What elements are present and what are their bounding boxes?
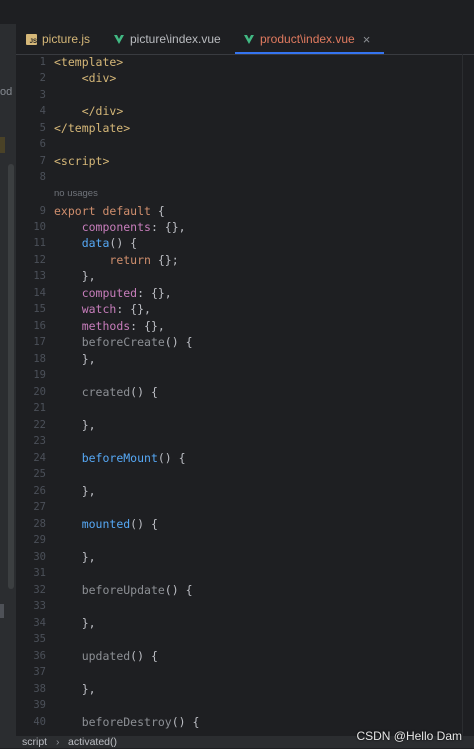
line-number[interactable]: 38 — [16, 681, 46, 697]
watermark: CSDN @Hello Dam — [356, 729, 462, 743]
line-number[interactable]: 20 — [16, 384, 46, 400]
line-number[interactable]: 7 — [16, 153, 46, 169]
line-number[interactable]: 31 — [16, 565, 46, 581]
code-line: components: {}, — [81, 220, 186, 234]
breadcrumb-script[interactable]: script — [22, 735, 47, 749]
line-number[interactable]: 40 — [16, 714, 46, 730]
line-number[interactable]: 34 — [16, 615, 46, 631]
line-number[interactable]: 27 — [16, 499, 46, 515]
code-line: updated() { — [81, 649, 158, 663]
code-line: }, — [81, 352, 96, 366]
tab-picture-index-vue[interactable]: picture\index.vue — [114, 24, 221, 54]
code-line: watch: {}, — [81, 302, 151, 316]
close-icon[interactable]: × — [363, 32, 371, 47]
code-line: data() { — [81, 236, 138, 250]
code-line: beforeDestroy() { — [81, 715, 200, 729]
code-line: export default { — [54, 204, 165, 218]
code-line: created() { — [81, 385, 158, 399]
code-line: }, — [81, 484, 96, 498]
line-number[interactable]: 37 — [16, 664, 46, 680]
code-line: <script> — [54, 154, 110, 168]
line-number[interactable]: 1 — [16, 54, 46, 70]
tab-label: picture\index.vue — [130, 32, 221, 46]
line-number[interactable]: 23 — [16, 433, 46, 449]
code-line: }, — [81, 682, 96, 696]
project-selected-row[interactable] — [0, 137, 5, 153]
line-number[interactable]: 19 — [16, 367, 46, 383]
line-number[interactable]: 6 — [16, 136, 46, 152]
code-line: }, — [81, 418, 96, 432]
code-line: computed: {}, — [81, 286, 172, 300]
line-number[interactable]: 2 — [16, 70, 46, 86]
line-number[interactable]: 5 — [16, 120, 46, 136]
line-number[interactable]: 10 — [16, 219, 46, 235]
tab-label: product\index.vue — [260, 32, 355, 46]
tab-product-index-vue[interactable]: product\index.vue × — [244, 24, 370, 54]
code-line: beforeCreate() { — [81, 335, 193, 349]
code-line: methods: {}, — [81, 319, 165, 333]
active-tab-indicator — [235, 52, 384, 54]
breadcrumb-activated[interactable]: activated() — [68, 735, 117, 749]
line-number[interactable]: 22 — [16, 417, 46, 433]
project-panel-fragment: od — [0, 86, 13, 98]
line-number[interactable]: 30 — [16, 549, 46, 565]
project-panel-marker — [0, 604, 4, 618]
line-number[interactable]: 14 — [16, 285, 46, 301]
line-number[interactable]: 26 — [16, 483, 46, 499]
line-number[interactable]: 12 — [16, 252, 46, 268]
code-line: beforeUpdate() { — [81, 583, 193, 597]
breadcrumb-separator: › — [56, 736, 60, 748]
project-panel-scrollbar[interactable] — [8, 164, 14, 589]
line-number[interactable]: 18 — [16, 351, 46, 367]
line-number[interactable]: 3 — [16, 87, 46, 103]
editor-scrollbar[interactable] — [462, 54, 463, 736]
code-line: }, — [81, 269, 96, 283]
code-line: </div> — [81, 104, 124, 118]
tab-label: picture.js — [42, 32, 91, 46]
line-number[interactable]: 25 — [16, 466, 46, 482]
code-line: return {}; — [109, 253, 179, 267]
code-line: beforeMount() { — [81, 451, 186, 465]
line-number[interactable]: 36 — [16, 648, 46, 664]
line-number[interactable]: 17 — [16, 334, 46, 350]
code-line: }, — [81, 550, 96, 564]
code-line: <template> — [54, 55, 124, 69]
inlay-hint: no usages — [54, 188, 98, 199]
line-number[interactable]: 15 — [16, 301, 46, 317]
line-number[interactable]: 39 — [16, 697, 46, 713]
line-number[interactable]: 8 — [16, 169, 46, 185]
vue-file-icon — [244, 34, 254, 44]
code-line: <div> — [81, 71, 117, 85]
line-number[interactable]: 13 — [16, 268, 46, 284]
editor-tab-bar: JS picture.js picture\index.vue product\… — [16, 24, 474, 55]
line-number[interactable]: 24 — [16, 450, 46, 466]
vue-file-icon — [114, 34, 124, 44]
line-number[interactable]: 35 — [16, 631, 46, 647]
line-number[interactable]: 29 — [16, 532, 46, 548]
code-line: }, — [81, 616, 96, 630]
line-number[interactable]: 9 — [16, 203, 46, 219]
project-panel-edge[interactable]: od — [0, 24, 16, 736]
line-number[interactable]: 33 — [16, 598, 46, 614]
line-number[interactable]: 32 — [16, 582, 46, 598]
line-number[interactable]: 16 — [16, 318, 46, 334]
line-number[interactable]: 21 — [16, 400, 46, 416]
window-title-bar — [0, 0, 474, 24]
line-number[interactable]: 4 — [16, 103, 46, 119]
js-file-icon: JS — [26, 33, 37, 45]
tab-picture-js[interactable]: JS picture.js — [26, 24, 90, 54]
code-line: mounted() { — [81, 517, 158, 531]
line-number[interactable]: 11 — [16, 235, 46, 251]
code-line: </template> — [54, 121, 131, 135]
line-number[interactable]: 28 — [16, 516, 46, 532]
